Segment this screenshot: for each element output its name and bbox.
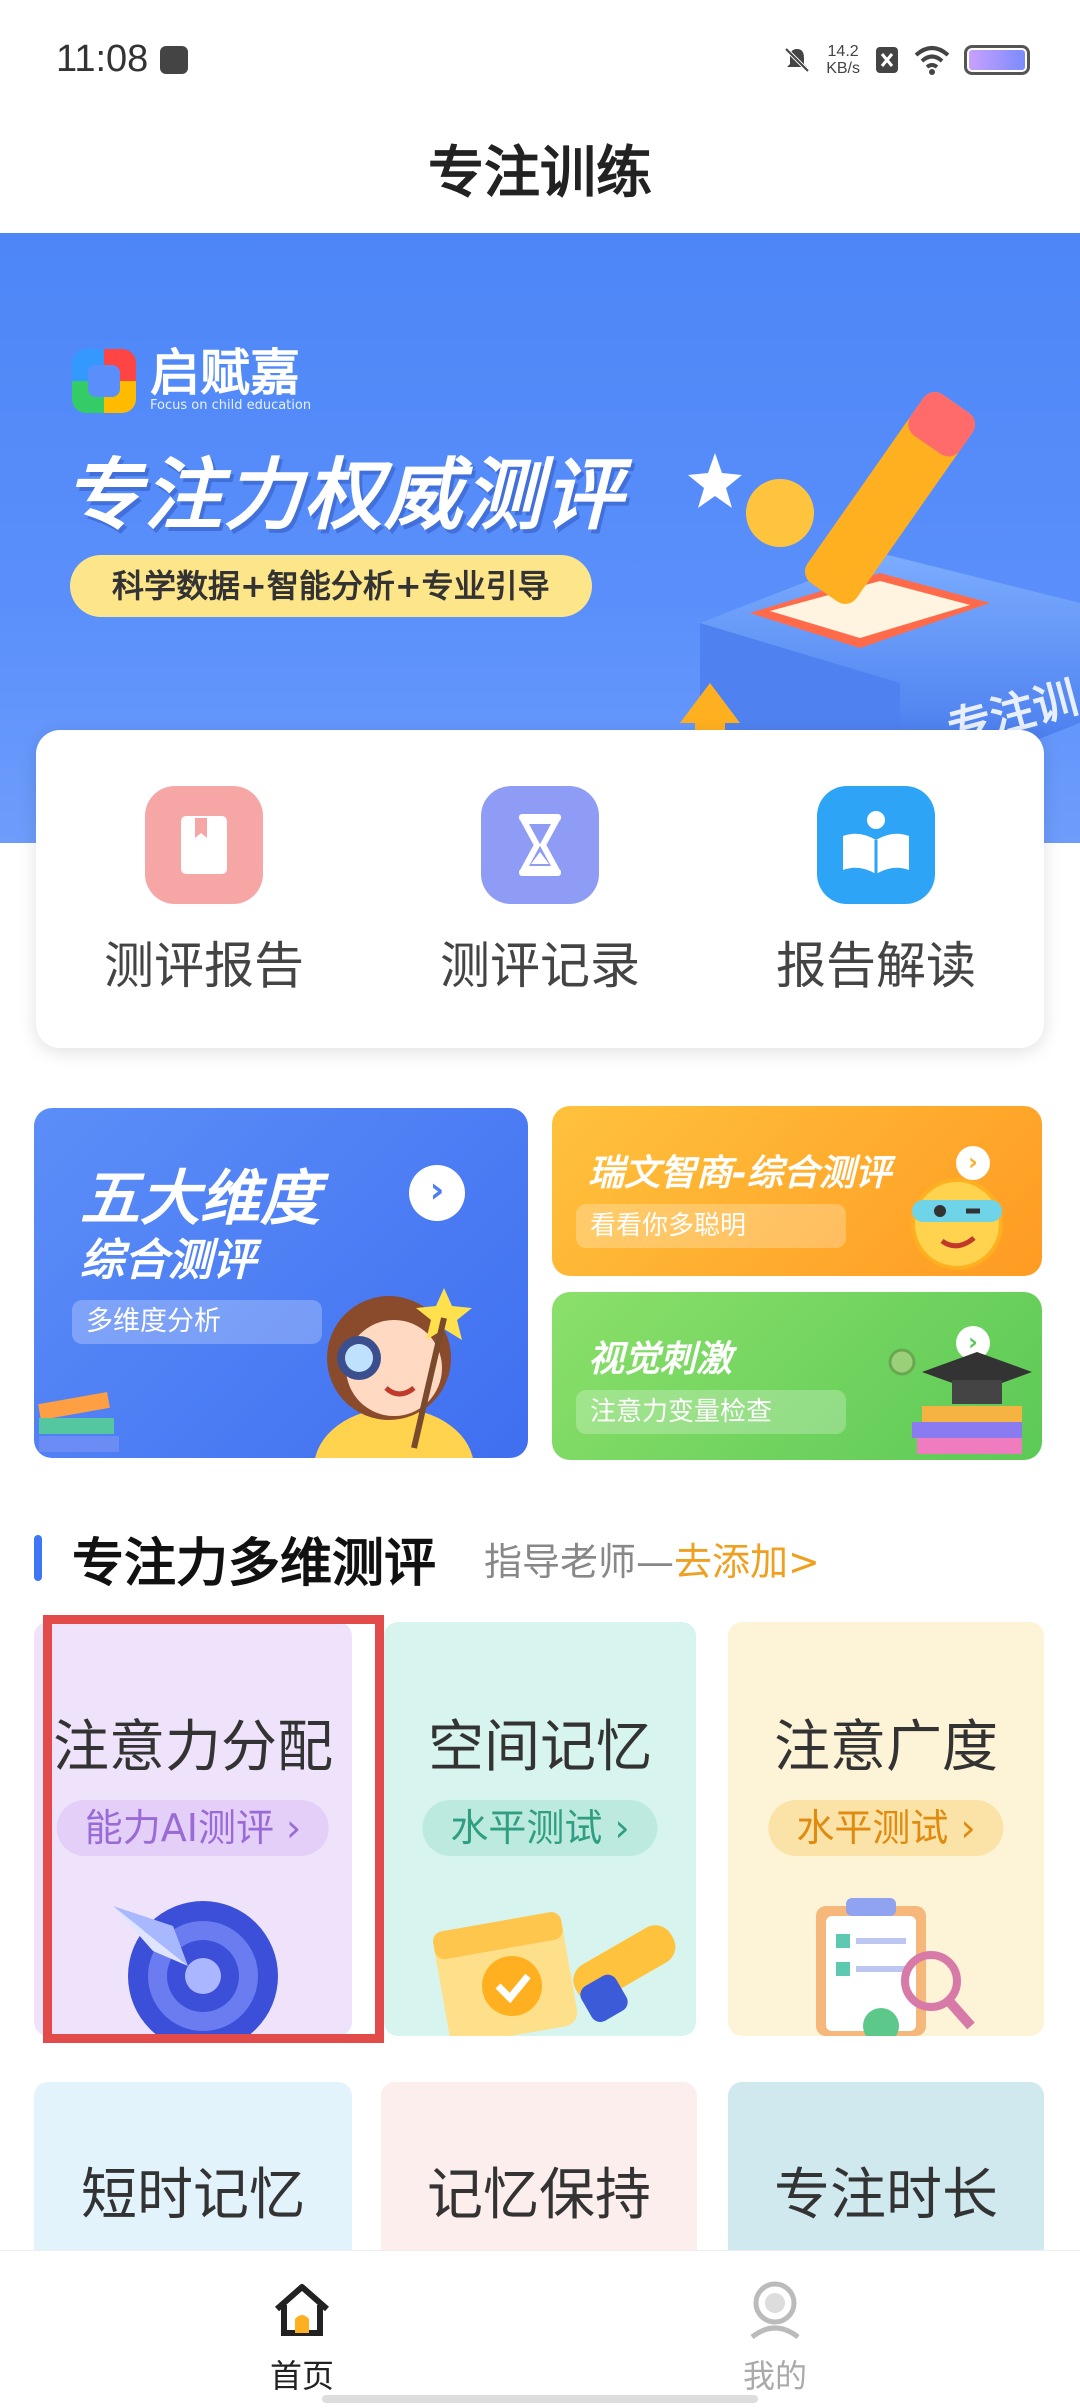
- user-icon: [750, 2281, 800, 2340]
- banner-tagline: 科学数据+智能分析+专业引导: [70, 555, 592, 617]
- nav-mine[interactable]: 我的: [695, 2279, 855, 2397]
- nav-home[interactable]: 首页: [222, 2279, 382, 2397]
- shortcut-label: 测评记录: [440, 937, 640, 995]
- shortcut-report-interpretation[interactable]: 报告解读: [726, 786, 1026, 998]
- home-indicator[interactable]: [322, 2395, 758, 2403]
- test-tile-attention-span[interactable]: 注意广度 水平测试 ›: [728, 1622, 1044, 2036]
- feature-subtitle: 看看你多聪明: [576, 1204, 846, 1248]
- section-accent-bar: [34, 1535, 42, 1581]
- tile-title: 记忆保持: [427, 2163, 651, 2228]
- books-icon: [38, 1392, 119, 1452]
- shortcut-assessment-records[interactable]: 测评记录: [390, 786, 690, 998]
- test-tile-spatial-memory[interactable]: 空间记忆 水平测试 ›: [384, 1622, 696, 2036]
- chevron-right-icon[interactable]: ›: [409, 1165, 465, 1221]
- sim-off-icon: [876, 47, 898, 73]
- brand: 启赋嘉 Focus on child education: [72, 348, 311, 413]
- five-dimension-card[interactable]: 五大维度 综合测评 多维度分析 ›: [34, 1108, 528, 1458]
- brand-logo-icon: [72, 348, 136, 413]
- winking-emoji-icon: [911, 1178, 1003, 1270]
- network-speed-unit: KB/s: [826, 60, 860, 77]
- banner-headline: 专注力权威测评: [64, 451, 625, 541]
- status-icons: 14.2 KB/s: [782, 40, 1030, 80]
- page-title: 专注训练: [428, 141, 652, 206]
- status-bar: 11:08 14.2 KB/s: [0, 0, 1080, 120]
- brand-name: 启赋嘉: [150, 344, 300, 402]
- wifi-icon: [914, 46, 950, 75]
- status-time: 11:08: [56, 38, 149, 80]
- raven-iq-card[interactable]: 瑞文智商-综合测评 看看你多聪明 ›: [552, 1106, 1042, 1276]
- brand-slogan: Focus on child education: [150, 398, 312, 413]
- hourglass-icon: [481, 786, 599, 904]
- shortcut-label: 测评报告: [104, 937, 304, 995]
- shortcut-assessment-report[interactable]: 测评报告: [54, 786, 354, 998]
- tile-title: 专注时长: [774, 2163, 998, 2228]
- clipboard-checklist-icon: [816, 1898, 975, 2036]
- nav-label: 首页: [269, 2357, 334, 2395]
- girl-magnifier-illustration: [315, 1288, 473, 1458]
- visual-stimulus-card[interactable]: 视觉刺激 注意力变量检查 ›: [552, 1292, 1042, 1460]
- feature-title: 视觉刺激: [588, 1339, 733, 1380]
- guide-teacher-label: 指导老师—: [484, 1539, 675, 1584]
- add-teacher-link[interactable]: 去添加>: [674, 1531, 820, 1586]
- network-speed-value: 14.2: [827, 43, 859, 60]
- shortcut-card: 测评报告 测评记录 报告解读: [36, 730, 1044, 1048]
- tile-tag: 水平测试 ›: [768, 1800, 1004, 1856]
- feature-title: 瑞文智商-综合测评: [588, 1153, 891, 1194]
- tile-title: 注意广度: [774, 1715, 998, 1780]
- shortcut-label: 报告解读: [776, 937, 976, 995]
- book-icon: [145, 786, 263, 904]
- home-icon: [275, 2284, 329, 2336]
- selection-highlight: [43, 1615, 384, 2043]
- grad-cap-books-icon: [888, 1348, 1032, 1454]
- message-notification-icon: [160, 46, 188, 74]
- tile-title: 空间记忆: [428, 1715, 652, 1780]
- feature-subtitle: 注意力变量检查: [576, 1390, 846, 1434]
- section-title: 专注力多维测评: [72, 1533, 437, 1594]
- tile-title: 短时记忆: [81, 2163, 305, 2228]
- network-speed: 14.2 KB/s: [826, 43, 860, 77]
- bottom-nav: 首页 我的: [0, 2250, 1080, 2408]
- nav-label: 我的: [742, 2357, 807, 2395]
- reading-icon: [817, 786, 935, 904]
- feature-subtitle: 综合测评: [80, 1235, 256, 1286]
- battery-icon: [964, 45, 1030, 75]
- calendar-check-icon: [433, 1912, 676, 2036]
- mute-bell-icon: [784, 47, 810, 73]
- tile-tag: 水平测试 ›: [422, 1800, 658, 1856]
- section-header: 专注力多维测评 指导老师— 去添加>: [34, 1518, 1044, 1598]
